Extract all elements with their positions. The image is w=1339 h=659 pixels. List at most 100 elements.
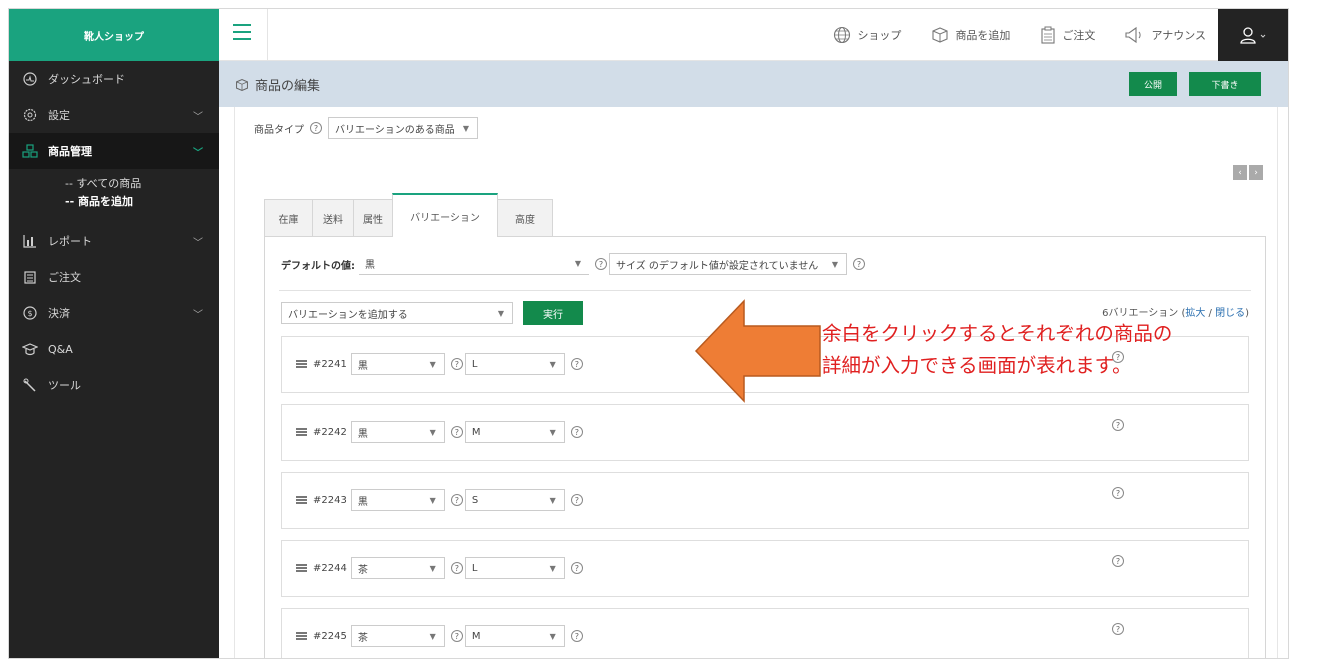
help-icon[interactable]: ?	[570, 426, 583, 438]
variation-count: 6バリエーション (拡大 / 閉じる)	[1102, 304, 1249, 319]
help-icon[interactable]: ?	[1112, 487, 1124, 499]
add-variation-value: バリエーションを追加する	[288, 309, 408, 321]
help-icon[interactable]: ?	[1112, 555, 1124, 567]
sidebar-item-dashboard[interactable]: ダッシュボード	[9, 61, 219, 97]
sidebar-item-settings[interactable]: 設定 ﹀	[9, 97, 219, 133]
go-button[interactable]: 実行	[523, 301, 583, 325]
sidebar-item-payment[interactable]: $ 決済 ﹀	[9, 295, 219, 331]
draft-button[interactable]: 下書き	[1189, 72, 1261, 96]
submenu-add-product[interactable]: -- 商品を追加	[65, 193, 219, 211]
variation-row[interactable]: #2243 黒 ▼ ? S ▼ ? ?	[281, 472, 1249, 529]
tab-variations[interactable]: バリエーション	[392, 193, 498, 237]
user-menu[interactable]	[1218, 9, 1288, 61]
help-icon[interactable]: ?	[1112, 623, 1124, 635]
variation-row-fields: #2244 茶 ▼ ? L ▼ ?	[296, 557, 589, 579]
variation-size-select[interactable]: S ▼	[464, 489, 565, 511]
variation-row[interactable]: #2242 黒 ▼ ? M ▼ ? ?	[281, 404, 1249, 461]
sidebar-item-label: レポート	[48, 235, 92, 248]
top-link-shop[interactable]: ショップ	[833, 26, 901, 44]
dashboard-icon	[22, 71, 38, 87]
drag-handle-icon[interactable]	[296, 564, 307, 572]
tab-attributes[interactable]: 属性	[353, 199, 393, 237]
caret-down-icon: ▼	[549, 564, 556, 573]
variation-size-value: L	[471, 358, 478, 370]
top-link-announce[interactable]: アナウンス	[1125, 26, 1206, 44]
qa-icon	[22, 341, 38, 357]
variation-size-select[interactable]: M ▼	[464, 625, 565, 647]
default-color-select[interactable]: 黒 ▼	[359, 253, 589, 275]
help-icon[interactable]: ?	[450, 630, 463, 642]
products-submenu: -- すべての商品 -- 商品を追加	[9, 169, 219, 223]
svg-text:$: $	[27, 309, 32, 318]
sidebar-item-label: 設定	[48, 109, 70, 122]
caret-down-icon: ▼	[462, 124, 469, 133]
variation-color-select[interactable]: 茶 ▼	[350, 557, 445, 579]
variation-row[interactable]: #2244 茶 ▼ ? L ▼ ? ?	[281, 540, 1249, 597]
help-icon[interactable]: ?	[570, 630, 583, 642]
add-variation-select[interactable]: バリエーションを追加する ▼	[281, 302, 513, 324]
help-icon[interactable]: ?	[853, 258, 865, 270]
top-link-orders[interactable]: ご注文	[1040, 26, 1095, 44]
divider	[267, 9, 268, 61]
variation-row[interactable]: #2245 茶 ▼ ? M ▼ ? ?	[281, 608, 1249, 658]
top-link-add-product[interactable]: 商品を追加	[931, 26, 1010, 44]
callout-arrow	[694, 299, 821, 403]
caret-down-icon: ▼	[831, 260, 838, 269]
variation-color-select[interactable]: 黒 ▼	[350, 421, 445, 443]
help-icon[interactable]: ?	[570, 358, 583, 370]
variation-size-value: M	[471, 630, 481, 642]
product-type-select[interactable]: バリエーションのある商品 ▼	[328, 117, 478, 139]
next-icon[interactable]: ›	[1249, 165, 1263, 180]
expand-link[interactable]: 拡大	[1185, 308, 1205, 319]
help-icon[interactable]: ?	[1112, 419, 1124, 431]
top-bar: ショップ 商品を追加 ご注文 アナウンス	[219, 9, 1288, 61]
tab-shipping[interactable]: 送料	[312, 199, 354, 237]
variation-count-end: )	[1245, 308, 1249, 319]
variation-size-select[interactable]: L ▼	[464, 353, 565, 375]
drag-handle-icon[interactable]	[296, 632, 307, 640]
variation-color-value: 茶	[357, 632, 368, 644]
tab-advanced[interactable]: 高度	[497, 199, 553, 237]
caret-down-icon: ▼	[497, 309, 504, 318]
sidebar-item-products[interactable]: 商品管理 ﹀	[9, 133, 219, 169]
variation-row-fields: #2245 茶 ▼ ? M ▼ ?	[296, 625, 589, 647]
close-link[interactable]: 閉じる	[1215, 308, 1245, 319]
variation-color-value: 茶	[357, 564, 368, 576]
variation-color-select[interactable]: 茶 ▼	[350, 625, 445, 647]
variation-size-select[interactable]: L ▼	[464, 557, 565, 579]
sidebar-item-label: ご注文	[48, 271, 81, 284]
default-values-row: デフォルトの値: 黒 ▼ ? サイズ のデフォルト値が設定されていません ▼ ?	[281, 253, 871, 275]
variation-id: #2242	[313, 426, 347, 438]
variation-color-select[interactable]: 黒 ▼	[350, 489, 445, 511]
help-icon[interactable]: ?	[450, 494, 463, 506]
sidebar-item-tools[interactable]: ツール	[9, 367, 219, 403]
prev-icon[interactable]: ‹	[1233, 165, 1247, 180]
variation-id: #2244	[313, 562, 347, 574]
help-icon[interactable]: ?	[450, 358, 463, 370]
help-icon[interactable]: ?	[570, 494, 583, 506]
sidebar-item-label: ダッシュボード	[48, 73, 125, 86]
caret-down-icon: ▼	[549, 496, 556, 505]
divider	[279, 290, 1251, 291]
payment-icon: $	[22, 305, 38, 321]
variation-size-value: L	[471, 562, 478, 574]
help-icon[interactable]: ?	[570, 562, 583, 574]
drag-handle-icon[interactable]	[296, 496, 307, 504]
submenu-all-products[interactable]: -- すべての商品	[65, 175, 219, 193]
publish-button[interactable]: 公開	[1129, 72, 1177, 96]
drag-handle-icon[interactable]	[296, 360, 307, 368]
help-icon[interactable]: ?	[450, 426, 463, 438]
menu-icon[interactable]	[233, 24, 251, 40]
variation-size-select[interactable]: M ▼	[464, 421, 565, 443]
sidebar-item-reports[interactable]: レポート ﹀	[9, 223, 219, 259]
drag-handle-icon[interactable]	[296, 428, 307, 436]
tab-inventory[interactable]: 在庫	[264, 199, 313, 237]
help-icon[interactable]: ?	[595, 258, 607, 270]
help-icon[interactable]: ?	[450, 562, 463, 574]
help-icon[interactable]: ?	[310, 122, 322, 134]
shop-name[interactable]: 靴人ショップ	[9, 9, 219, 61]
variation-color-select[interactable]: 黒 ▼	[350, 353, 445, 375]
sidebar-item-qa[interactable]: Q&A	[9, 331, 219, 367]
sidebar-item-orders[interactable]: ご注文	[9, 259, 219, 295]
default-size-select[interactable]: サイズ のデフォルト値が設定されていません ▼	[609, 253, 847, 275]
